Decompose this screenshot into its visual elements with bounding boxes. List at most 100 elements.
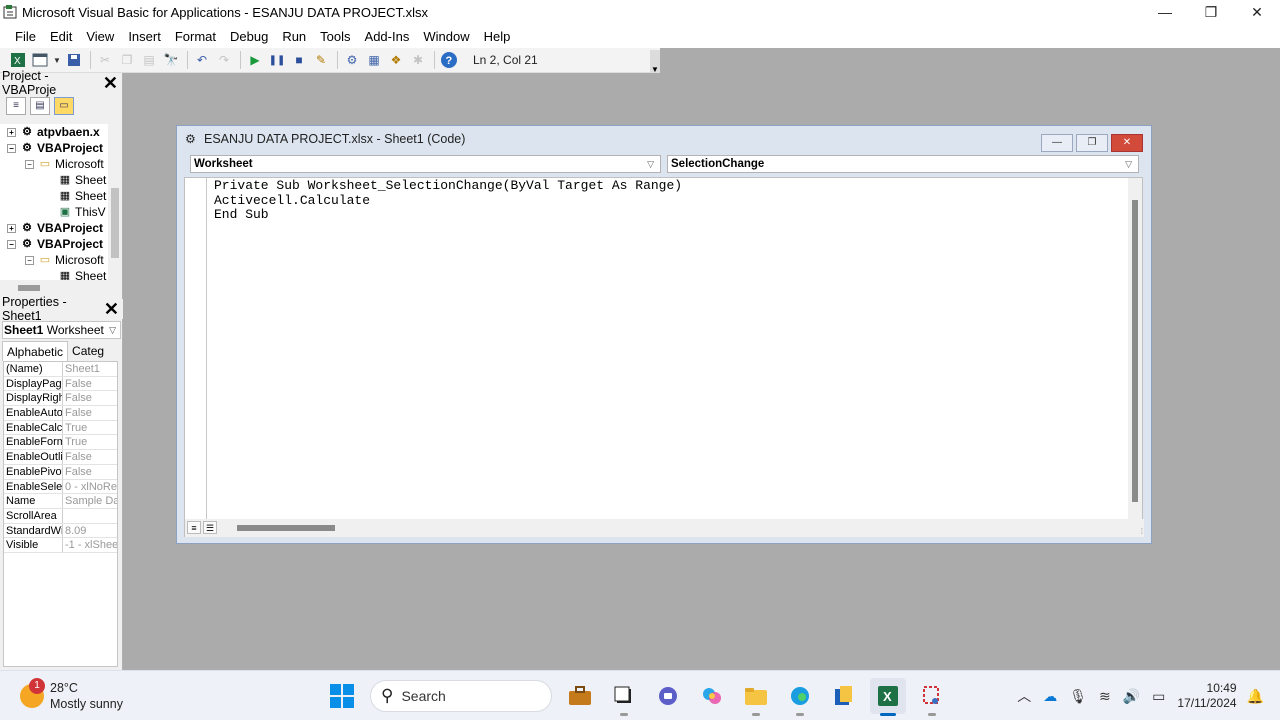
battery-icon[interactable]: ▭: [1152, 688, 1165, 705]
snipping-tool-app[interactable]: [914, 678, 950, 716]
vba-taskbar-app[interactable]: [826, 678, 862, 714]
task-view-app[interactable]: [606, 678, 642, 716]
restore-button[interactable]: ❐: [1188, 0, 1234, 24]
tree-item[interactable]: − ⚙ VBAProject: [0, 236, 108, 252]
properties-window-icon[interactable]: ▦: [364, 50, 384, 70]
code-restore-button[interactable]: ❐: [1076, 134, 1108, 152]
code-horizontal-scrollbar[interactable]: ≡ ☰ ⁞: [185, 519, 1144, 537]
menu-insert[interactable]: Insert: [121, 29, 168, 44]
menu-edit[interactable]: Edit: [43, 29, 79, 44]
chevron-down-icon[interactable]: ▼: [52, 50, 62, 70]
run-icon[interactable]: ▶: [245, 50, 265, 70]
volume-icon[interactable]: 🔊: [1123, 688, 1140, 705]
project-explorer-icon[interactable]: ⚙: [342, 50, 362, 70]
property-row[interactable]: EnableForm True: [4, 435, 117, 451]
help-icon[interactable]: ?: [439, 50, 459, 70]
code-close-button[interactable]: ✕: [1111, 134, 1143, 152]
close-button[interactable]: ✕: [1234, 0, 1280, 24]
notification-bell-icon[interactable]: 🔔: [1247, 688, 1264, 705]
tree-item[interactable]: + ⚙ atpvbaen.x: [0, 124, 108, 140]
start-button[interactable]: [324, 678, 360, 714]
procedure-dropdown[interactable]: SelectionChange ▽: [667, 155, 1139, 173]
close-icon[interactable]: ✕: [103, 74, 122, 92]
project-horizontal-scrollbar[interactable]: [0, 280, 122, 294]
project-vertical-scrollbar[interactable]: [108, 124, 122, 280]
tree-item[interactable]: ▣ ThisV: [0, 204, 108, 220]
copy-icon[interactable]: ❐: [117, 50, 137, 70]
edge-app[interactable]: [782, 678, 818, 716]
property-row[interactable]: ScrollArea: [4, 508, 117, 524]
procedure-view-button[interactable]: ≡: [187, 521, 201, 534]
view-object-button[interactable]: ▤: [30, 97, 50, 115]
redo-icon[interactable]: ↷: [214, 50, 234, 70]
property-row[interactable]: EnableAutoFFalse: [4, 406, 117, 421]
copilot-app[interactable]: [694, 678, 730, 714]
design-mode-icon[interactable]: ✎: [311, 50, 331, 70]
search-box[interactable]: ⚲ Search: [370, 680, 552, 712]
property-row[interactable]: (Name) Sheet1: [4, 362, 117, 377]
property-row[interactable]: EnableOutlir False: [4, 450, 117, 465]
object-dropdown[interactable]: Worksheet ▽: [190, 155, 661, 173]
undo-icon[interactable]: ↶: [192, 50, 212, 70]
property-row[interactable]: DisplayRigh False: [4, 391, 117, 407]
property-row[interactable]: Visible -1 - xlShee: [4, 538, 117, 553]
property-row[interactable]: StandardWic 8.09: [4, 523, 117, 539]
save-button[interactable]: [64, 50, 84, 70]
menu-format[interactable]: Format: [168, 29, 223, 44]
minimize-button[interactable]: —: [1142, 0, 1188, 24]
view-code-button[interactable]: ≡: [6, 97, 26, 115]
full-module-view-button[interactable]: ☰: [203, 521, 217, 534]
menu-view[interactable]: View: [79, 29, 121, 44]
tree-item[interactable]: ▦ Sheet: [0, 268, 108, 280]
tree-item[interactable]: − ⚙ VBAProject: [0, 140, 108, 156]
clock[interactable]: 10:49 17/11/2024: [1177, 681, 1236, 711]
menu-window[interactable]: Window: [416, 29, 476, 44]
toggle-folders-button[interactable]: ▭: [54, 97, 74, 115]
tab-categorized[interactable]: Categ: [68, 341, 108, 361]
menu-tools[interactable]: Tools: [313, 29, 357, 44]
code-text[interactable]: Private Sub Worksheet_SelectionChange(By…: [214, 178, 682, 223]
onedrive-icon[interactable]: ☁: [1043, 688, 1057, 705]
tab-alphabetic[interactable]: Alphabetic: [2, 341, 69, 361]
property-row[interactable]: DisplayPage False: [4, 376, 117, 392]
briefcase-app[interactable]: [562, 678, 598, 714]
weather-widget[interactable]: 1 28°C Mostly sunny: [20, 678, 123, 712]
cut-icon[interactable]: ✂: [95, 50, 115, 70]
margin-indicator-bar[interactable]: [185, 178, 207, 519]
paste-icon[interactable]: ▤: [139, 50, 159, 70]
menu-help[interactable]: Help: [477, 29, 518, 44]
menu-run[interactable]: Run: [275, 29, 313, 44]
close-icon[interactable]: ✕: [104, 300, 123, 318]
tree-item[interactable]: ▦ Sheet: [0, 188, 108, 204]
property-row[interactable]: EnablePivot False: [4, 464, 117, 480]
wifi-icon[interactable]: ≋: [1099, 688, 1111, 705]
tree-item[interactable]: + ⚙ VBAProject: [0, 220, 108, 236]
toolbox-icon[interactable]: ✱: [408, 50, 428, 70]
tree-item[interactable]: − ▭ Microsoft: [0, 252, 108, 268]
tree-item[interactable]: ▦ Sheet: [0, 172, 108, 188]
view-excel-button[interactable]: X: [8, 50, 28, 70]
property-row[interactable]: Name Sample Da: [4, 494, 117, 509]
code-editor[interactable]: Private Sub Worksheet_SelectionChange(By…: [184, 177, 1144, 537]
menu-add-ins[interactable]: Add-Ins: [358, 29, 417, 44]
file-explorer-app[interactable]: [738, 678, 774, 716]
reset-icon[interactable]: ■: [289, 50, 309, 70]
chevron-up-icon[interactable]: ︿: [1017, 686, 1031, 706]
code-window-icon: ⚙: [185, 132, 196, 146]
property-row[interactable]: EnableCalcu True: [4, 420, 117, 436]
object-browser-icon[interactable]: ❖: [386, 50, 406, 70]
object-selector[interactable]: Sheet1 Worksheet ▽: [2, 321, 121, 339]
menu-file[interactable]: File: [8, 29, 43, 44]
code-vertical-scrollbar[interactable]: [1128, 178, 1142, 519]
find-icon[interactable]: 🔭: [161, 50, 181, 70]
code-minimize-button[interactable]: —: [1041, 134, 1073, 152]
excel-app[interactable]: X: [870, 678, 906, 716]
tree-item[interactable]: − ▭ Microsoft: [0, 156, 108, 172]
break-icon[interactable]: ❚❚: [267, 50, 287, 70]
insert-userform-button[interactable]: [30, 50, 50, 70]
microphone-icon[interactable]: 🎙: [1069, 688, 1087, 705]
teams-app[interactable]: [650, 678, 686, 714]
toolbar-options[interactable]: ▼: [650, 50, 660, 74]
menu-debug[interactable]: Debug: [223, 29, 275, 44]
property-row[interactable]: EnableSelect0 - xlNoRe: [4, 479, 117, 495]
